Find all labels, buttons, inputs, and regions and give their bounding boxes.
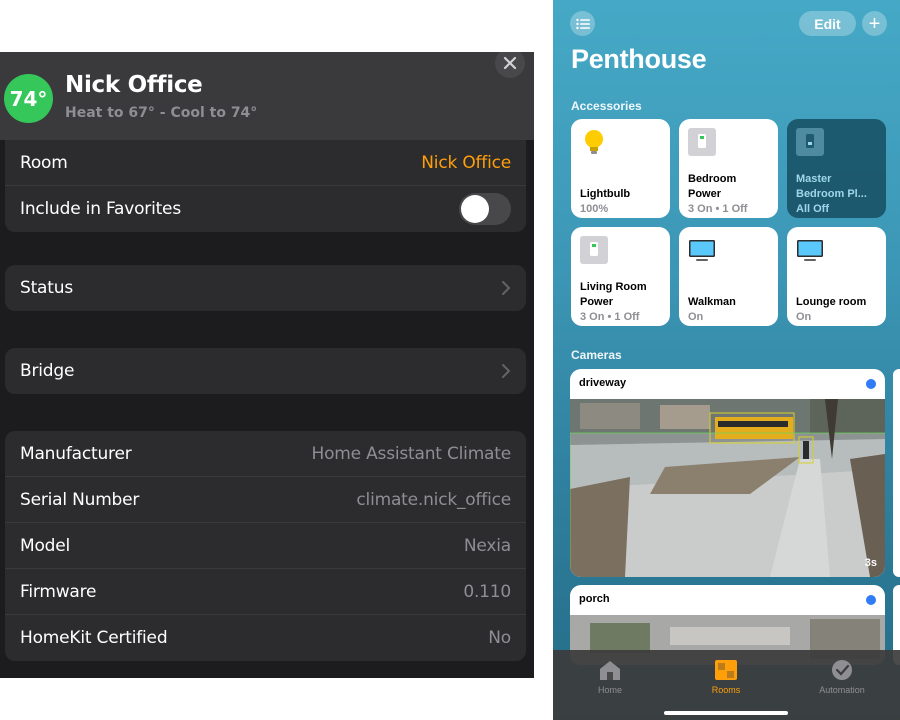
accessory-tile-lightbulb[interactable]: Lightbulb 100% (571, 119, 670, 218)
tab-label: Home (597, 685, 622, 695)
accessory-subtitle: Heat to 67° - Cool to 74° (65, 105, 258, 121)
bridge-row[interactable]: Bridge (5, 348, 526, 394)
accessory-tile-walkman[interactable]: Walkman On (679, 227, 778, 326)
info-label: HomeKit Certified (20, 628, 168, 648)
list-menu-button[interactable] (570, 11, 595, 36)
info-value: climate.nick_office (356, 489, 511, 510)
tile-name: Walkman (688, 296, 736, 308)
info-value: Home Assistant Climate (311, 443, 512, 464)
tv-icon (689, 240, 715, 261)
favorites-toggle[interactable] (459, 193, 511, 225)
room-row[interactable]: Room Nick Office (5, 140, 526, 186)
tile-status: 3 On • 1 Off (580, 311, 640, 323)
info-label: Model (20, 535, 71, 556)
info-row-model: Model Nexia (5, 523, 526, 569)
tab-label: Rooms (711, 685, 741, 695)
tab-home[interactable]: Home (570, 658, 650, 695)
info-label: Manufacturer (20, 443, 132, 464)
tile-status: On (688, 311, 704, 323)
info-value: No (488, 628, 511, 648)
status-group: Status (5, 265, 526, 311)
accessory-tile-living-room-power[interactable]: Living Room Power 3 On • 1 Off (571, 227, 670, 326)
edit-button[interactable]: Edit (799, 11, 856, 36)
tile-status: On (796, 311, 812, 323)
tile-status: All Off (796, 203, 829, 215)
house-icon (600, 661, 620, 680)
screenshot-root: 74° Nick Office Heat to 67° - Cool to 74… (0, 0, 900, 720)
tab-rooms[interactable]: Rooms (686, 658, 766, 695)
favorites-label: Include in Favorites (20, 199, 181, 219)
info-value: 0.110 (463, 581, 511, 602)
power-strip-icon (796, 128, 824, 156)
camera-header: porch (570, 585, 885, 615)
camera-snapshot-image (570, 399, 885, 577)
list-icon (575, 18, 590, 29)
camera-tile-driveway[interactable]: driveway 3s (570, 369, 885, 577)
tile-name: Master Bedroom Pl... (796, 173, 867, 200)
tile-name: Lightbulb (580, 188, 631, 200)
camera-name: porch (579, 593, 610, 605)
home-app-screen: Edit + Penthouse Accessories Lightbulb 1… (553, 0, 900, 720)
accessory-tile-master-bedroom[interactable]: Master Bedroom Pl... All Off (787, 119, 886, 218)
info-value: Nexia (463, 535, 511, 556)
tile-status: 3 On • 1 Off (688, 203, 748, 215)
camera-name: driveway (579, 377, 627, 389)
add-button[interactable]: + (862, 11, 887, 36)
tab-automation[interactable]: Automation (802, 658, 882, 695)
camera-snapshot: 3s (570, 399, 885, 577)
rooms-icon (715, 660, 737, 680)
temperature-badge: 74° (4, 74, 53, 123)
accessories-section-label: Accessories (571, 99, 642, 113)
info-row-firmware: Firmware 0.110 (5, 569, 526, 615)
info-row-manufacturer: Manufacturer Home Assistant Climate (5, 431, 526, 477)
info-group: Manufacturer Home Assistant Climate Seri… (5, 431, 526, 661)
status-label: Status (20, 278, 73, 298)
tv-icon (797, 240, 823, 261)
tab-label: Automation (819, 685, 865, 695)
info-label: Firmware (20, 581, 97, 602)
camera-status-dot (866, 379, 876, 389)
info-row-serial-number: Serial Number climate.nick_office (5, 477, 526, 523)
thermostat-settings-panel: 74° Nick Office Heat to 67° - Cool to 74… (0, 52, 534, 678)
home-indicator (664, 711, 788, 715)
cameras-section-label: Cameras (571, 348, 622, 362)
info-row-homekit-certified: HomeKit Certified No (5, 615, 526, 661)
camera-status-dot (866, 595, 876, 605)
bridge-label: Bridge (20, 361, 75, 381)
camera-header: driveway (570, 369, 885, 399)
camera-snapshot-age: 3s (864, 557, 877, 569)
close-button[interactable] (495, 52, 525, 78)
room-group: Room Nick Office Include in Favorites (5, 140, 526, 232)
lightbulb-icon (585, 130, 603, 154)
room-value: Nick Office (421, 152, 511, 173)
chevron-right-icon (502, 281, 510, 295)
accessory-title: Nick Office (65, 72, 203, 98)
chevron-right-icon (502, 364, 510, 378)
home-title: Penthouse (571, 44, 707, 74)
favorites-row: Include in Favorites (5, 186, 526, 232)
clock-check-icon (832, 660, 852, 680)
tile-name: Bedroom Power (688, 173, 737, 200)
bridge-group: Bridge (5, 348, 526, 394)
close-icon (503, 56, 517, 70)
power-strip-icon (580, 236, 608, 264)
tile-status: 100% (580, 203, 609, 215)
status-row[interactable]: Status (5, 265, 526, 311)
camera-tile-next-peek[interactable] (893, 369, 900, 577)
tile-name: Living Room Power (580, 281, 647, 308)
tile-name: Lounge room (796, 296, 867, 308)
tab-bar: Home Rooms Automation (553, 650, 900, 720)
accessory-header: 74° Nick Office Heat to 67° - Cool to 74… (0, 52, 534, 140)
accessory-tile-bedroom-power[interactable]: Bedroom Power 3 On • 1 Off (679, 119, 778, 218)
toggle-knob (461, 195, 489, 223)
power-strip-icon (688, 128, 716, 156)
info-label: Serial Number (20, 489, 140, 510)
accessory-tile-lounge-room[interactable]: Lounge room On (787, 227, 886, 326)
room-label: Room (20, 152, 68, 173)
